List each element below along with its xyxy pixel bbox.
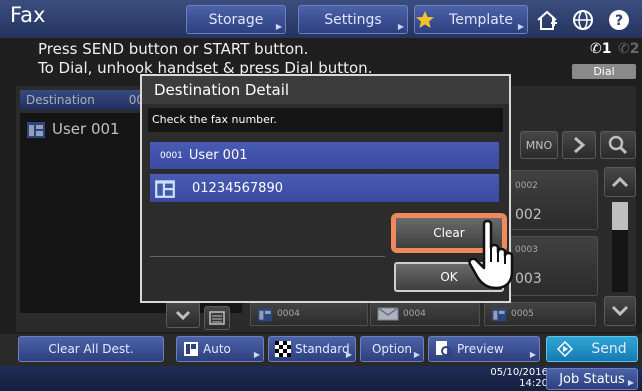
job-status-label: Job Status [559,371,625,387]
phone-icon: ✆ [618,41,630,57]
line-2-indicator: ✆2 [618,41,640,57]
dialog-fax-number-row: 01234567890 [150,174,499,202]
preview-button[interactable]: Preview ▶ [428,336,540,362]
send-icon [557,341,574,357]
app-title: Fax [10,3,46,27]
tab-arrow-icon: ▶ [413,350,420,359]
preview-label: Preview [457,342,504,356]
tab-arrow-icon: ▶ [275,22,282,31]
help-icon[interactable]: ? [604,5,634,34]
tab-arrow-icon: ▶ [517,22,524,31]
star-icon[interactable] [410,5,440,34]
dialog-divider [150,256,385,257]
dial-button[interactable]: Dial [572,64,636,79]
tab-settings-label: Settings [324,11,382,28]
tab-arrow-icon: ▶ [397,22,404,31]
tab-arrow-icon: ▶ [345,350,352,359]
dialog-title: Destination Detail [142,76,509,104]
send-label: Send [591,341,627,357]
tab-arrow-icon: ▶ [627,378,634,387]
time-text: 14:20 [519,378,548,389]
tab-storage-label: Storage [208,11,264,28]
option-button[interactable]: Option ▶ [360,336,424,362]
fax-icon [155,180,175,198]
clear-label: Clear [433,226,465,240]
entry-number: 0001 [160,150,183,161]
checker-icon [275,341,291,357]
phone-icon: ✆ [590,41,602,57]
datetime: 05/10/2016 14:20 [484,367,548,389]
globe-icon[interactable] [568,5,598,34]
auto-icon [184,342,198,356]
home-icon[interactable] [532,5,562,34]
dialog-message: Check the fax number. [148,108,503,132]
auto-label: Auto [203,342,231,356]
tab-storage[interactable]: Storage ▶ [186,5,286,34]
resolution-standard-button[interactable]: Standard ▶ [268,336,356,362]
svg-text:?: ? [615,13,623,29]
fax-screen: Fax Storage ▶ Settings ▶ Template ▶ ? Pr… [0,0,642,391]
fax-number: 01234567890 [192,180,283,196]
preview-icon [436,341,453,358]
standard-label: Standard [295,342,350,356]
tab-settings[interactable]: Settings ▶ [298,5,408,34]
resolution-auto-button[interactable]: Auto ▶ [176,336,264,362]
date-text: 05/10/2016 [490,367,548,378]
clear-all-dest-button[interactable]: Clear All Dest. [18,336,164,362]
dialog-entry-row: 0001 User 001 [150,142,499,169]
line-1-indicator: ✆1 [590,41,612,57]
job-status-button[interactable]: Job Status ▶ [546,368,638,390]
entry-name: User 001 [188,148,248,163]
tab-arrow-icon: ▶ [253,350,260,359]
option-label: Option [371,342,413,356]
message-line-1: Press SEND button or START button. [38,40,309,58]
hand-pointer-icon [466,218,518,292]
send-button[interactable]: Send [546,336,638,362]
tab-arrow-icon: ▶ [529,350,536,359]
tab-template-label: Template [449,11,513,28]
